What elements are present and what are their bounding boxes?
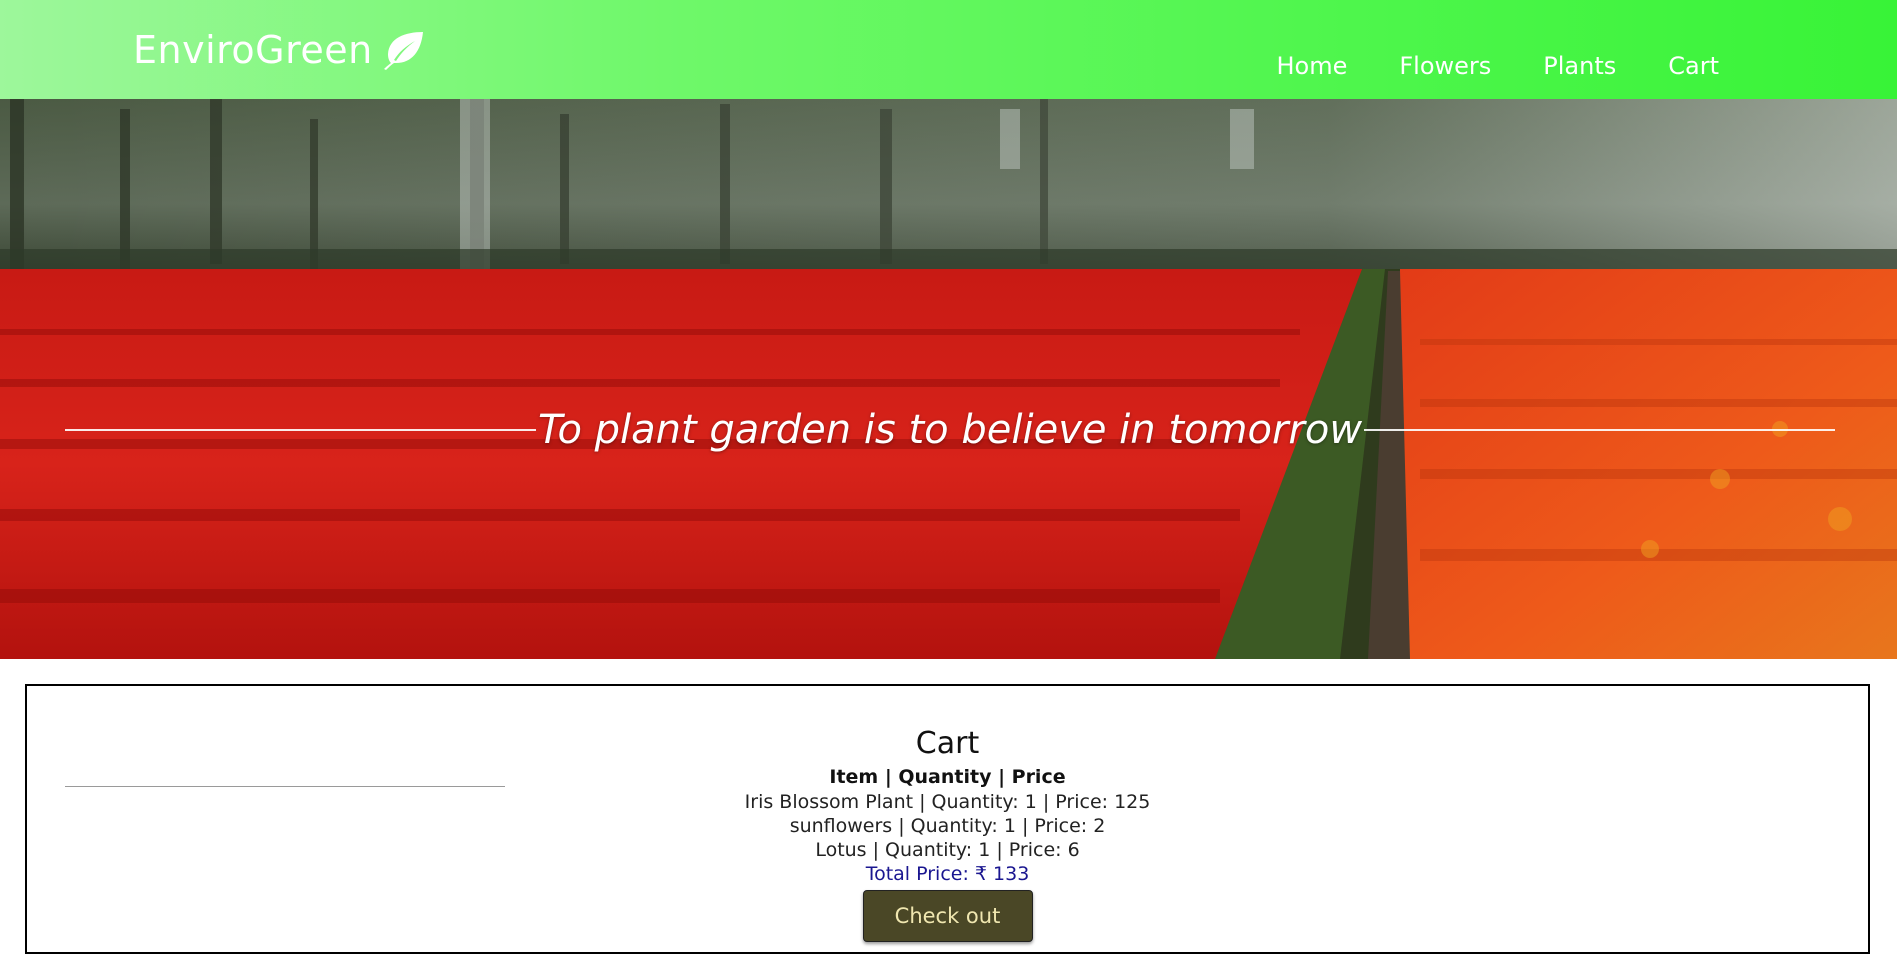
nav-cart[interactable]: Cart <box>1668 52 1719 80</box>
cart-title: Cart <box>915 726 980 761</box>
cart-item: sunflowers | Quantity: 1 | Price: 2 <box>789 815 1106 837</box>
cart-columns-header: Item | Quantity | Price <box>829 766 1066 788</box>
tagline-left-rule <box>65 429 536 431</box>
tagline-right-rule <box>1364 429 1835 431</box>
brand-logo[interactable]: EnviroGreen <box>133 26 425 74</box>
nav-flowers[interactable]: Flowers <box>1399 52 1491 80</box>
cart-content: Cart Item | Quantity | Price Iris Blosso… <box>27 726 1868 942</box>
leaf-icon <box>383 32 423 70</box>
hero-banner: To plant garden is to believe in tomorro… <box>0 99 1897 659</box>
cart-total-price: Total Price: ₹ 133 <box>865 863 1030 885</box>
main-nav: Home Flowers Plants Cart <box>1224 52 1719 80</box>
tulip-field-image <box>0 99 1897 659</box>
checkout-button[interactable]: Check out <box>862 890 1033 942</box>
cart-item: Iris Blossom Plant | Quantity: 1 | Price… <box>744 791 1151 813</box>
hero-tagline: To plant garden is to believe in tomorro… <box>537 407 1363 453</box>
nav-plants[interactable]: Plants <box>1543 52 1616 80</box>
cart-panel: Cart Item | Quantity | Price Iris Blosso… <box>25 684 1870 954</box>
tagline-row: To plant garden is to believe in tomorro… <box>65 404 1835 456</box>
nav-home[interactable]: Home <box>1276 52 1347 80</box>
cart-item: Lotus | Quantity: 1 | Price: 6 <box>815 839 1080 861</box>
brand-name: EnviroGreen <box>133 28 373 72</box>
top-navbar: EnviroGreen Home Flowers Plants Cart <box>0 0 1897 99</box>
